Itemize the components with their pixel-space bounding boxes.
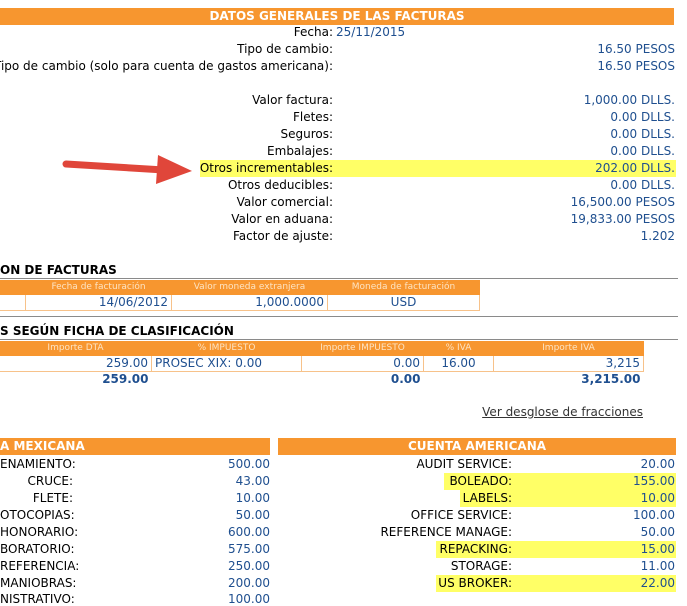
label-otros-incrementables: Otros incrementables:	[199, 161, 333, 175]
us-value-6: 11.00	[640, 559, 675, 573]
mx-label-7: MANIOBRAS:	[0, 576, 77, 590]
facturas-cell-blank	[0, 294, 26, 311]
facturas-header-valor: Valor moneda extranjera	[171, 280, 328, 295]
us-value-3: 100.00	[633, 508, 675, 522]
value-factor-ajuste: 1.202	[640, 229, 675, 243]
clasificacion-header-importe-impuesto: Importe IMPUESTO	[301, 341, 424, 356]
value-otros-incrementables: 202.00 DLLS.	[595, 161, 675, 175]
total-blank-2	[423, 371, 494, 387]
mx-label-6: REFERENCIA:	[0, 559, 80, 573]
us-value-4: 50.00	[640, 525, 675, 539]
value-seguros: 0.00 DLLS.	[610, 127, 675, 141]
clasificacion-table: Importe DTA % IMPUESTO Importe IMPUESTO …	[0, 341, 644, 387]
label-seguros: Seguros:	[280, 127, 333, 141]
clasificacion-cell-iva: 16.00	[423, 355, 494, 372]
us-label-0: AUDIT SERVICE:	[416, 457, 512, 471]
label-valor-factura: Valor factura:	[252, 93, 333, 107]
value-tipo-cambio-americana: 16.50 PESOS	[597, 59, 675, 73]
us-value-1: 155.00	[633, 474, 675, 488]
facturas-header-moneda: Moneda de facturación	[327, 280, 480, 295]
label-fecha: Fecha:	[293, 25, 333, 39]
facturas-rule	[0, 278, 678, 279]
facturas-section-title: ON DE FACTURAS	[0, 263, 117, 277]
cuenta-mexicana-header: A MEXICANA	[0, 438, 270, 455]
label-factor-ajuste: Factor de ajuste:	[232, 229, 333, 243]
us-value-7: 22.00	[640, 576, 675, 590]
label-valor-aduana: Valor en aduana:	[231, 212, 333, 226]
clasificacion-section-title: S SEGÚN FICHA DE CLASIFICACIÓN	[0, 324, 234, 338]
table-row: 14/06/2012 1,000.0000 USD	[0, 294, 480, 311]
us-value-0: 20.00	[640, 457, 675, 471]
us-label-4: REFERENCE MANAGE:	[380, 525, 512, 539]
label-otros-deducibles: Otros deducibles:	[227, 178, 333, 192]
clasificacion-cell-importe-iva: 3,215	[493, 355, 644, 372]
facturas-header-fecha: Fecha de facturación	[25, 280, 172, 295]
us-label-2: LABELS:	[462, 491, 512, 505]
value-valor-comercial: 16,500.00 PESOS	[570, 195, 675, 209]
clasificacion-cell-dta: 259.00	[0, 355, 152, 372]
mx-value-0: 500.00	[228, 457, 270, 471]
us-label-1: BOLEADO:	[449, 474, 512, 488]
total-blank	[151, 371, 302, 387]
clasificacion-header-iva: % IVA	[423, 341, 494, 356]
clasificacion-cell-impuesto: PROSEC XIX: 0.00	[151, 355, 302, 372]
label-fletes: Fletes:	[292, 110, 333, 124]
mx-label-2: FLETE:	[32, 491, 73, 505]
mx-label-3: OTOCOPIAS:	[0, 508, 75, 522]
mx-value-1: 43.00	[235, 474, 270, 488]
mx-value-4: 600.00	[228, 525, 270, 539]
value-fecha: 25/11/2015	[336, 25, 406, 39]
label-tipo-cambio-americana: Tipo de cambio (solo para cuenta de gast…	[0, 59, 333, 73]
mx-value-6: 250.00	[228, 559, 270, 573]
us-label-3: OFFICE SERVICE:	[410, 508, 512, 522]
mx-label-1: CRUCE:	[27, 474, 73, 488]
value-valor-aduana: 19,833.00 PESOS	[570, 212, 675, 226]
total-dta: 259.00	[0, 371, 152, 387]
clasificacion-cell-importe-impuesto: 0.00	[301, 355, 424, 372]
mx-value-5: 575.00	[228, 542, 270, 556]
mx-value-7: 200.00	[228, 576, 270, 590]
mx-value-3: 50.00	[235, 508, 270, 522]
clasificacion-header-dta: Importe DTA	[0, 341, 152, 356]
value-fletes: 0.00 DLLS.	[610, 110, 675, 124]
facturas-cell-moneda: USD	[327, 294, 480, 311]
table-row: 259.00 PROSEC XIX: 0.00 0.00 16.00 3,215	[0, 355, 644, 372]
label-embalajes: Embalajes:	[267, 144, 333, 158]
value-embalajes: 0.00 DLLS.	[610, 144, 675, 158]
mx-label-4: HONORARIO:	[0, 525, 79, 539]
value-valor-factura: 1,000.00 DLLS.	[583, 93, 675, 107]
us-value-5: 15.00	[640, 542, 675, 556]
total-impuesto: 0.00	[301, 371, 424, 387]
mx-value-8: 100.00	[228, 592, 270, 606]
facturas-table: Fecha de facturación Valor moneda extran…	[0, 280, 480, 311]
facturas-header-blank	[0, 280, 26, 295]
mx-label-0: ENAMIENTO:	[0, 457, 76, 471]
total-iva: 3,215.00	[493, 371, 644, 387]
us-label-6: STORAGE:	[450, 559, 512, 573]
us-label-7: US BROKER:	[438, 576, 512, 590]
facturas-cell-fecha: 14/06/2012	[25, 294, 172, 311]
clasificacion-header-impuesto: % IMPUESTO	[151, 341, 302, 356]
clasificacion-rule-top	[0, 316, 678, 317]
mx-label-8: NISTRATIVO:	[0, 592, 75, 606]
red-arrow-icon	[62, 155, 192, 184]
us-value-2: 10.00	[640, 491, 675, 505]
mx-label-5: BORATORIO:	[0, 542, 75, 556]
general-header: DATOS GENERALES DE LAS FACTURAS	[0, 8, 674, 25]
label-tipo-cambio: Tipo de cambio:	[237, 42, 333, 56]
clasificacion-header-importe-iva: Importe IVA	[493, 341, 644, 356]
cuenta-americana-header: CUENTA AMERICANA	[278, 438, 676, 455]
totals-row: 259.00 0.00 3,215.00	[0, 371, 644, 387]
value-tipo-cambio: 16.50 PESOS	[597, 42, 675, 56]
facturas-cell-valor: 1,000.0000	[171, 294, 328, 311]
ver-desglose-link[interactable]: Ver desglose de fracciones	[482, 405, 643, 419]
clasificacion-rule	[0, 339, 678, 340]
mx-value-2: 10.00	[235, 491, 270, 505]
us-label-5: REPACKING:	[439, 542, 513, 556]
label-valor-comercial: Valor comercial:	[236, 195, 333, 209]
value-otros-deducibles: 0.00 DLLS.	[610, 178, 675, 192]
